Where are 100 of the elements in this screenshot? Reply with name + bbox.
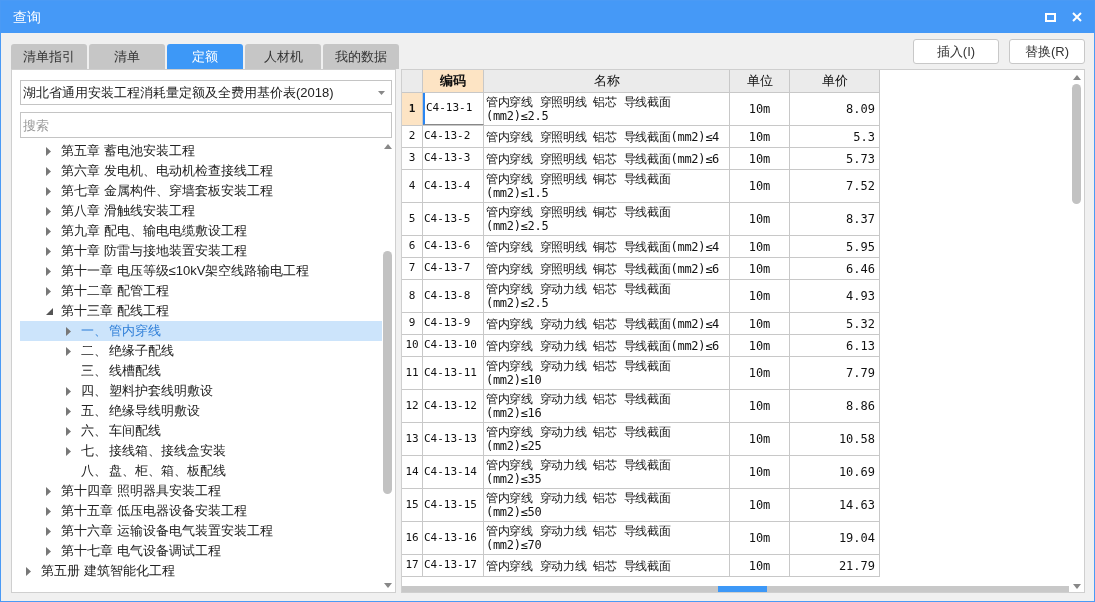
scrollbar-thumb[interactable] [383, 251, 392, 494]
table-cell: 10m [730, 203, 790, 235]
table-cell: 管内穿线 穿动力线 铝芯 导线截面(mm2)≤4 [484, 313, 730, 334]
table-cell: 10m [730, 258, 790, 279]
tree-item[interactable]: 五、绝缘导线明敷设 [20, 401, 382, 421]
table-cell: 5.3 [790, 126, 880, 147]
table-cell: C4-13-1 [423, 93, 484, 125]
table-cell: 管内穿线 穿照明线 铜芯 导线截面(mm2)≤2.5 [484, 203, 730, 235]
table-cell: 10.69 [790, 456, 880, 488]
tree-item[interactable]: 第十三章 配线工程 [20, 301, 382, 321]
table-cell: C4-13-7 [423, 258, 484, 279]
tree-item[interactable]: 第八章 滑触线安装工程 [20, 201, 382, 221]
scroll-down-icon[interactable] [1072, 584, 1081, 589]
table-cell: 10m [730, 390, 790, 422]
tree-item[interactable]: 三、线槽配线 [20, 361, 382, 381]
table-cell: 10m [730, 148, 790, 169]
table-cell: 6.46 [790, 258, 880, 279]
tab[interactable]: 清单 [89, 44, 165, 69]
close-icon[interactable] [1072, 12, 1082, 22]
table-cell: C4-13-4 [423, 170, 484, 202]
tree-item[interactable]: 六、车间配线 [20, 421, 382, 441]
tree-item[interactable]: 八、盘、柜、箱、板配线 [20, 461, 382, 481]
table-cell: C4-13-9 [423, 313, 484, 334]
search-field[interactable]: 搜索 [20, 112, 392, 138]
row-number[interactable]: 1 [402, 93, 423, 125]
tree-item[interactable]: 第六章 发电机、电动机检查接线工程 [20, 161, 382, 181]
tree-item[interactable]: 第九章 配电、输电电缆敷设工程 [20, 221, 382, 241]
table-cell: 管内穿线 穿动力线 铝芯 导线截面 [484, 555, 730, 576]
table-cell: 14.63 [790, 489, 880, 521]
dropdown-caret-icon[interactable] [378, 90, 385, 95]
horizontal-scrollbar[interactable] [402, 586, 1069, 592]
table-cell: 管内穿线 穿照明线 铝芯 导线截面(mm2)≤4 [484, 126, 730, 147]
table-cell: C4-13-10 [423, 335, 484, 356]
table-cell: C4-13-5 [423, 203, 484, 235]
tree-item[interactable]: 第十一章 电压等级≤10kV架空线路输电工程 [20, 261, 382, 281]
table-cell: 8.09 [790, 93, 880, 125]
table-cell: C4-13-6 [423, 236, 484, 257]
table-cell: 管内穿线 穿动力线 铝芯 导线截面(mm2)≤35 [484, 456, 730, 488]
table-cell: C4-13-14 [423, 456, 484, 488]
table-cell: 10.58 [790, 423, 880, 455]
table-cell: 10m [730, 236, 790, 257]
table-cell: 管内穿线 穿动力线 铝芯 导线截面(mm2)≤16 [484, 390, 730, 422]
table-cell: 管内穿线 穿动力线 铝芯 导线截面(mm2)≤6 [484, 335, 730, 356]
tree-item[interactable]: 第十五章 低压电器设备安装工程 [20, 501, 382, 521]
scrollbar-thumb[interactable] [1072, 84, 1081, 204]
table-cell: 8.86 [790, 390, 880, 422]
table-cell: 8.37 [790, 203, 880, 235]
tree-item[interactable]: 四、塑料护套线明敷设 [20, 381, 382, 401]
tree-item[interactable]: 第七章 金属构件、穿墙套板安装工程 [20, 181, 382, 201]
table-cell: 7.79 [790, 357, 880, 389]
tree-item[interactable]: 第十四章 照明器具安装工程 [20, 481, 382, 501]
table-cell: 管内穿线 穿照明线 铜芯 导线截面(mm2)≤1.5 [484, 170, 730, 202]
table-cell: 管内穿线 穿动力线 铝芯 导线截面(mm2)≤50 [484, 489, 730, 521]
column-header[interactable]: 编码 [423, 70, 484, 92]
tree-item[interactable]: 第十章 防雷与接地装置安装工程 [20, 241, 382, 261]
tree-item[interactable]: 第十二章 配管工程 [20, 281, 382, 301]
expand-arrow-icon[interactable] [26, 566, 31, 576]
tree-item[interactable]: 第五章 蓄电池安装工程 [20, 141, 382, 161]
table-cell: 7.52 [790, 170, 880, 202]
table-cell: C4-13-8 [423, 280, 484, 312]
tree-item[interactable]: 第十七章 电气设备调试工程 [20, 541, 382, 561]
table-cell: 10m [730, 456, 790, 488]
table-cell: 管内穿线 穿照明线 铜芯 导线截面(mm2)≤6 [484, 258, 730, 279]
table-cell: C4-13-3 [423, 148, 484, 169]
toolbar-button[interactable]: 插入(I) [913, 39, 999, 64]
table-cell: 10m [730, 280, 790, 312]
tab[interactable]: 清单指引 [11, 44, 87, 69]
table-cell: 5.95 [790, 236, 880, 257]
scroll-down-icon[interactable] [383, 583, 392, 588]
tab[interactable]: 人材机 [245, 44, 321, 69]
tab[interactable]: 我的数据 [323, 44, 399, 69]
library-dropdown[interactable]: 湖北省通用安装工程消耗量定额及全费用基价表(2018) [20, 80, 392, 105]
table-cell: 管内穿线 穿动力线 铝芯 导线截面(mm2)≤70 [484, 522, 730, 554]
table-cell: C4-13-17 [423, 555, 484, 576]
toolbar-button[interactable]: 替换(R) [1009, 39, 1085, 64]
table-cell: 管内穿线 穿照明线 铝芯 导线截面(mm2)≤6 [484, 148, 730, 169]
tree-item[interactable]: 第五册 建筑智能化工程 [20, 561, 382, 581]
tree-item[interactable]: 第十六章 运输设备电气装置安装工程 [20, 521, 382, 541]
table-cell: 10m [730, 522, 790, 554]
table-cell: C4-13-16 [423, 522, 484, 554]
table-cell: 管内穿线 穿动力线 铝芯 导线截面(mm2)≤10 [484, 357, 730, 389]
column-header[interactable]: 单位 [730, 70, 790, 92]
maximize-icon[interactable] [1045, 12, 1056, 22]
table-cell: 21.79 [790, 555, 880, 576]
collapse-arrow-icon[interactable] [46, 307, 53, 315]
scroll-up-icon[interactable] [383, 144, 392, 149]
table-cell: 10m [730, 335, 790, 356]
table-cell: 10m [730, 423, 790, 455]
window-title: 查询 [13, 7, 41, 27]
table-cell: 管内穿线 穿动力线 铝芯 导线截面(mm2)≤2.5 [484, 280, 730, 312]
column-header[interactable]: 名称 [484, 70, 730, 92]
scroll-up-icon[interactable] [1072, 75, 1081, 80]
tree-item[interactable]: 七、接线箱、接线盒安装 [20, 441, 382, 461]
table-cell: C4-13-13 [423, 423, 484, 455]
table-cell: 5.73 [790, 148, 880, 169]
table-cell: 10m [730, 555, 790, 576]
column-header[interactable]: 单价 [790, 70, 880, 92]
tree-item[interactable]: 二、绝缘子配线 [20, 341, 382, 361]
table-cell: 10m [730, 126, 790, 147]
table-cell: C4-13-15 [423, 489, 484, 521]
